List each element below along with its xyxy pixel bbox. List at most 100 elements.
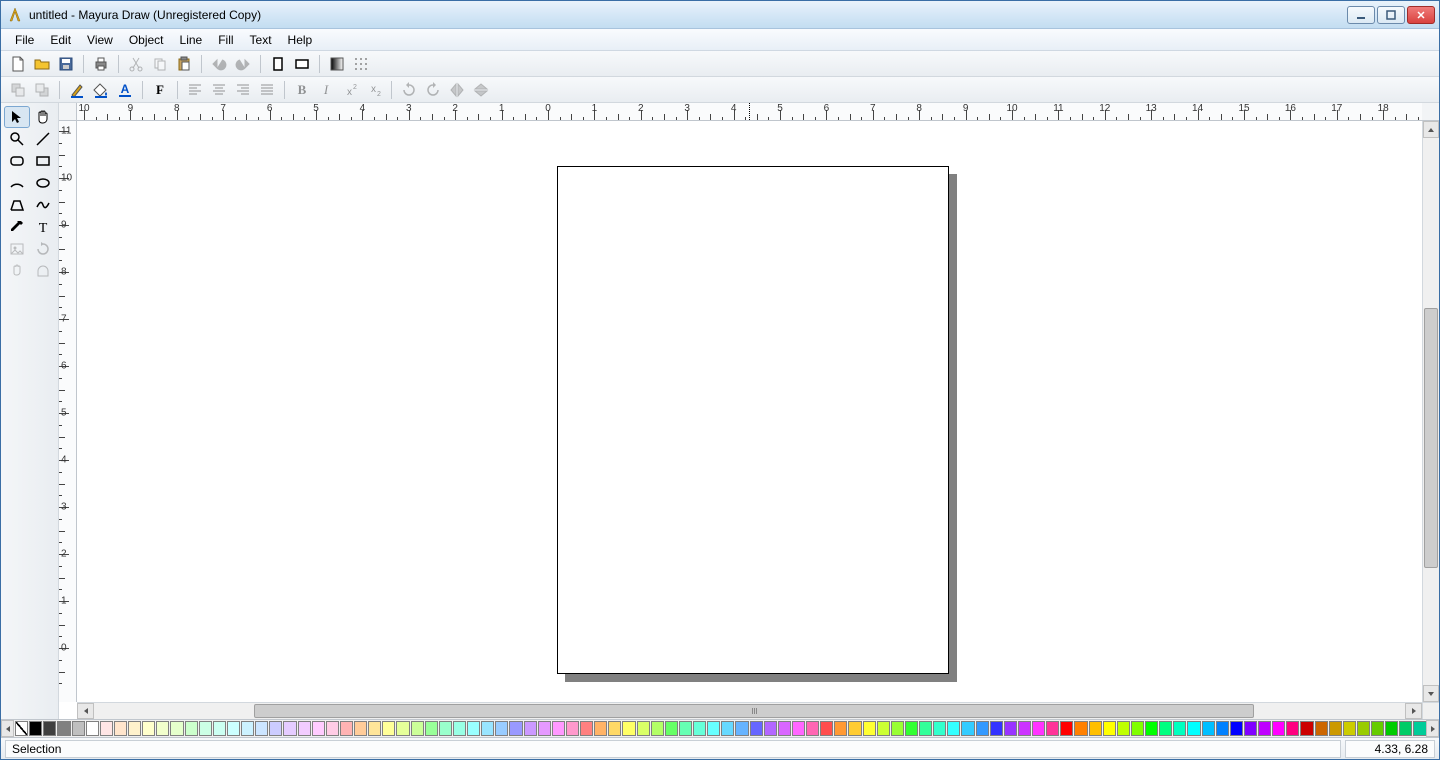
maximize-button[interactable] <box>1377 6 1405 24</box>
color-swatch[interactable] <box>1399 721 1412 736</box>
horizontal-scroll-thumb[interactable] <box>254 704 1254 718</box>
page-landscape-button[interactable] <box>291 53 313 75</box>
color-swatch[interactable] <box>298 721 311 736</box>
save-button[interactable] <box>55 53 77 75</box>
color-swatch[interactable] <box>863 721 876 736</box>
menu-line[interactable]: Line <box>172 29 211 50</box>
horizontal-scrollbar[interactable] <box>77 702 1422 719</box>
send-back-button[interactable] <box>31 79 53 101</box>
scroll-up-arrow[interactable] <box>1423 121 1439 138</box>
color-swatch[interactable] <box>509 721 522 736</box>
redo-button[interactable] <box>232 53 254 75</box>
color-swatch[interactable] <box>637 721 650 736</box>
zoom-tool[interactable] <box>5 129 29 149</box>
color-swatch[interactable] <box>142 721 155 736</box>
color-swatch[interactable] <box>524 721 537 736</box>
align-justify-button[interactable] <box>256 79 278 101</box>
color-swatch[interactable] <box>792 721 805 736</box>
color-swatch[interactable] <box>1103 721 1116 736</box>
color-swatch[interactable] <box>185 721 198 736</box>
vertical-ruler[interactable]: 11109876543210 <box>59 121 77 702</box>
color-swatch[interactable] <box>283 721 296 736</box>
eyedropper-tool[interactable] <box>5 217 29 237</box>
color-swatch[interactable] <box>1159 721 1172 736</box>
color-swatch[interactable] <box>156 721 169 736</box>
paste-button[interactable] <box>173 53 195 75</box>
color-swatch[interactable] <box>57 721 70 736</box>
copy-button[interactable] <box>149 53 171 75</box>
color-swatch[interactable] <box>1131 721 1144 736</box>
line-tool[interactable] <box>31 129 55 149</box>
italic-button[interactable]: I <box>315 79 337 101</box>
color-swatch[interactable] <box>29 721 42 736</box>
color-swatch[interactable] <box>1244 721 1257 736</box>
rotate-tool[interactable] <box>31 239 55 259</box>
undo-button[interactable] <box>208 53 230 75</box>
color-swatch[interactable] <box>1385 721 1398 736</box>
color-swatch[interactable] <box>1018 721 1031 736</box>
rect-tool[interactable] <box>31 151 55 171</box>
color-swatch[interactable] <box>382 721 395 736</box>
color-swatch[interactable] <box>439 721 452 736</box>
rotate-left-button[interactable] <box>398 79 420 101</box>
color-swatch[interactable] <box>961 721 974 736</box>
color-swatch[interactable] <box>396 721 409 736</box>
color-swatch[interactable] <box>651 721 664 736</box>
color-swatch[interactable] <box>877 721 890 736</box>
color-swatch[interactable] <box>495 721 508 736</box>
color-swatch[interactable] <box>1187 721 1200 736</box>
color-swatch[interactable] <box>411 721 424 736</box>
color-swatch[interactable] <box>1286 721 1299 736</box>
color-swatch[interactable] <box>679 721 692 736</box>
color-swatch[interactable] <box>721 721 734 736</box>
color-swatch[interactable] <box>467 721 480 736</box>
color-swatch[interactable] <box>453 721 466 736</box>
color-swatch[interactable] <box>1230 721 1243 736</box>
color-swatch[interactable] <box>891 721 904 736</box>
canvas-viewport[interactable] <box>77 121 1422 702</box>
gradient-button[interactable] <box>326 53 348 75</box>
color-swatch[interactable] <box>1216 721 1229 736</box>
color-swatch[interactable] <box>72 721 85 736</box>
color-swatch[interactable] <box>1413 721 1426 736</box>
rotate-right-button[interactable] <box>422 79 444 101</box>
text-color-button[interactable]: A <box>114 79 136 101</box>
color-swatch[interactable] <box>43 721 56 736</box>
color-swatch[interactable] <box>1046 721 1059 736</box>
color-swatch[interactable] <box>15 721 28 736</box>
palette-scroll-left[interactable] <box>1 720 14 737</box>
color-swatch[interactable] <box>820 721 833 736</box>
scroll-left-arrow[interactable] <box>77 703 94 719</box>
color-swatch[interactable] <box>834 721 847 736</box>
color-swatch[interactable] <box>241 721 254 736</box>
color-swatch[interactable] <box>622 721 635 736</box>
color-swatch[interactable] <box>1272 721 1285 736</box>
menu-file[interactable]: File <box>7 29 42 50</box>
color-swatch[interactable] <box>1089 721 1102 736</box>
cut-button[interactable] <box>125 53 147 75</box>
color-swatch[interactable] <box>100 721 113 736</box>
print-button[interactable] <box>90 53 112 75</box>
palette-scroll-right[interactable] <box>1426 720 1439 737</box>
color-swatch[interactable] <box>580 721 593 736</box>
new-button[interactable] <box>7 53 29 75</box>
scroll-down-arrow[interactable] <box>1423 685 1439 702</box>
color-swatch[interactable] <box>1357 721 1370 736</box>
menu-help[interactable]: Help <box>280 29 321 50</box>
color-swatch[interactable] <box>312 721 325 736</box>
polygon-tool[interactable] <box>5 195 29 215</box>
image-tool[interactable] <box>5 239 29 259</box>
color-swatch[interactable] <box>1343 721 1356 736</box>
color-swatch[interactable] <box>213 721 226 736</box>
menu-fill[interactable]: Fill <box>210 29 241 50</box>
hand-tool[interactable] <box>31 107 55 127</box>
scroll-right-arrow[interactable] <box>1405 703 1422 719</box>
color-swatch[interactable] <box>976 721 989 736</box>
color-swatch[interactable] <box>170 721 183 736</box>
color-swatch[interactable] <box>947 721 960 736</box>
hand2-tool[interactable] <box>5 261 29 281</box>
color-swatch[interactable] <box>425 721 438 736</box>
color-swatch[interactable] <box>693 721 706 736</box>
superscript-button[interactable]: x2 <box>339 79 361 101</box>
color-swatch[interactable] <box>608 721 621 736</box>
